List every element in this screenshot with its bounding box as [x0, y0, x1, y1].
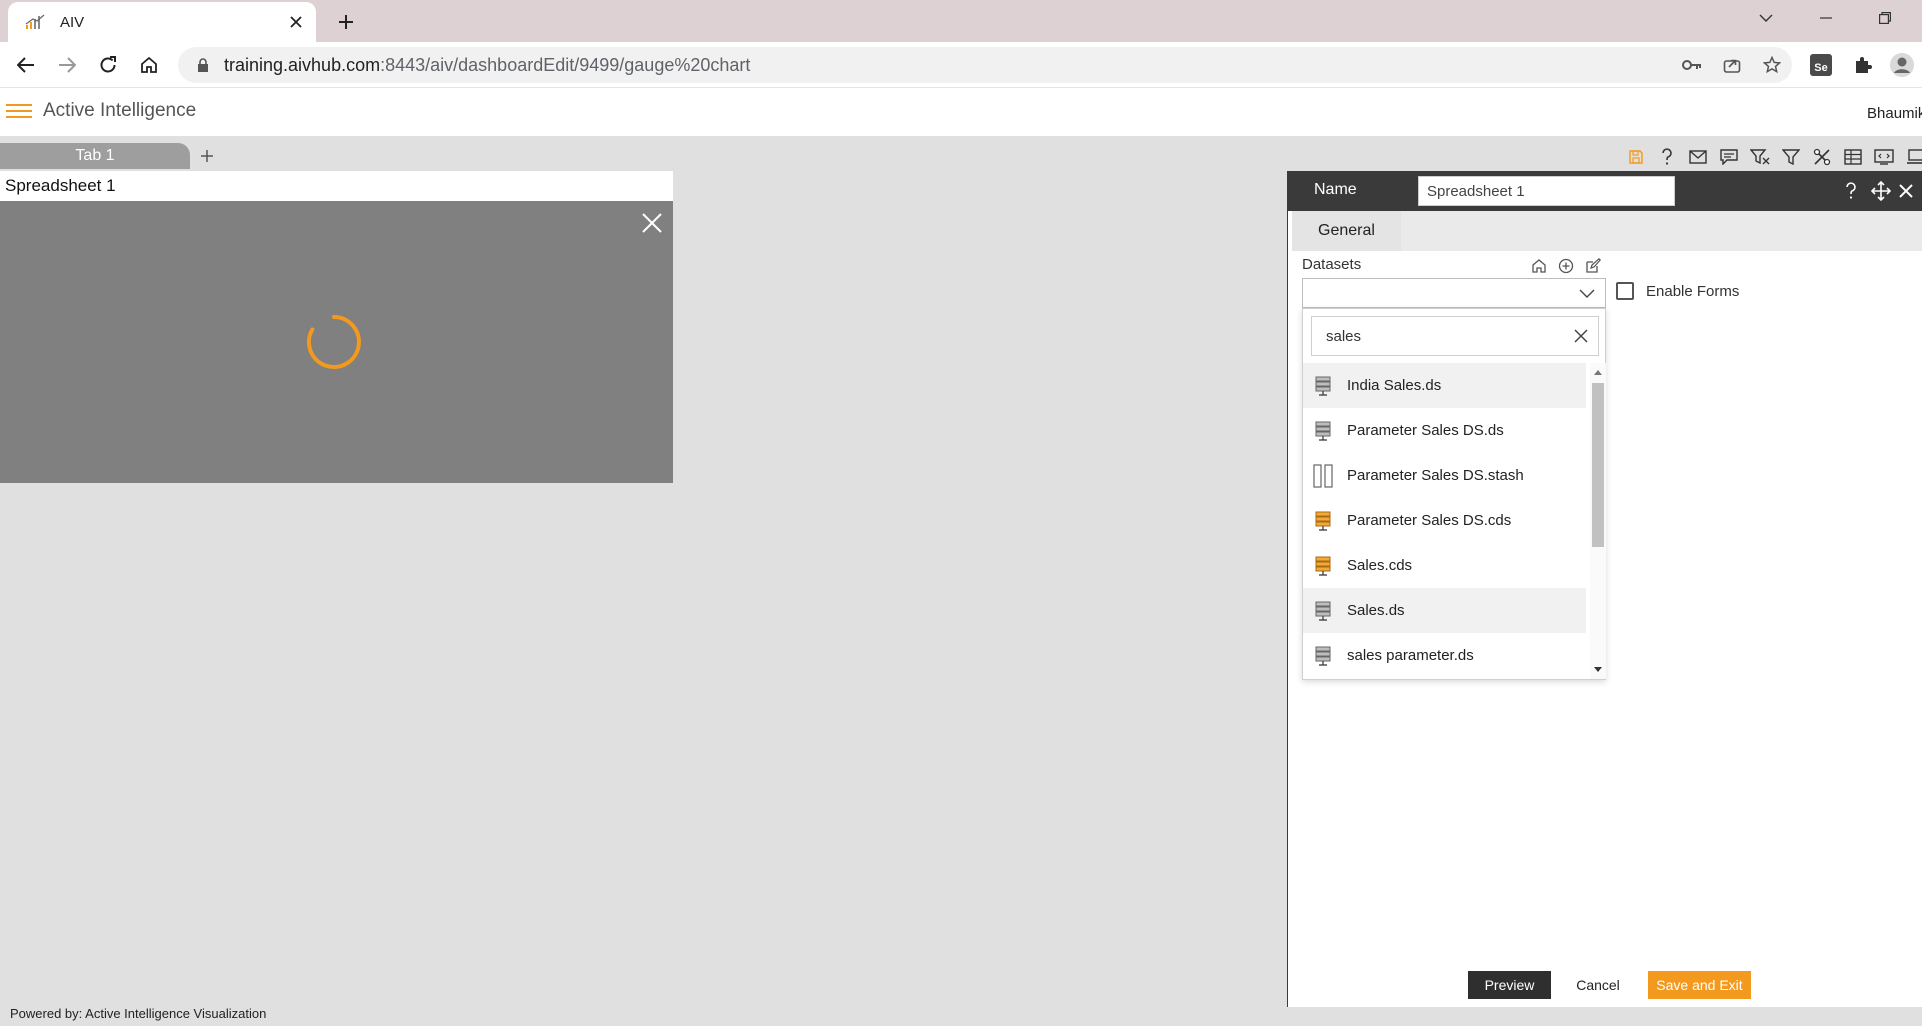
- dataset-search-input[interactable]: [1312, 318, 1564, 354]
- dataset-item-label: Parameter Sales DS.stash: [1347, 467, 1524, 484]
- panel-tabs: General: [1292, 211, 1922, 251]
- restore-icon[interactable]: [1856, 0, 1914, 36]
- dataset-item[interactable]: Parameter Sales DS.stash: [1303, 453, 1586, 498]
- database-icon: [1313, 375, 1333, 397]
- datasets-label: Datasets: [1302, 256, 1362, 273]
- lock-icon[interactable]: [194, 56, 212, 74]
- footer-powered-by: Powered by: Active Intelligence Visualiz…: [10, 1006, 267, 1021]
- dataset-item[interactable]: India Sales.ds: [1303, 363, 1586, 408]
- url-text[interactable]: training.aivhub.com:8443/aiv/dashboardEd…: [224, 55, 1672, 76]
- dataset-item-label: Parameter Sales DS.cds: [1347, 512, 1512, 529]
- dataset-item[interactable]: sales parameter.ds: [1303, 633, 1586, 678]
- key-icon[interactable]: [1672, 47, 1712, 83]
- dashboard-toolbar: [1620, 144, 1922, 170]
- add-tab-button[interactable]: [196, 145, 218, 167]
- embed-icon[interactable]: [1868, 144, 1899, 170]
- database-icon: [1313, 420, 1333, 442]
- loading-spinner-icon: [306, 315, 361, 369]
- scroll-down-arrow-icon[interactable]: [1593, 665, 1603, 675]
- url-host: training.aivhub.com: [224, 54, 381, 75]
- device-preview-icon[interactable]: [1899, 144, 1922, 170]
- save-and-exit-button[interactable]: Save and Exit: [1648, 971, 1751, 999]
- dashboard-tab-1[interactable]: Tab 1: [0, 143, 190, 169]
- help-icon[interactable]: [1839, 179, 1863, 203]
- dataset-list-scrollbar[interactable]: [1590, 363, 1606, 679]
- extensions-puzzle-icon[interactable]: [1847, 49, 1879, 81]
- datasets-select[interactable]: [1302, 278, 1606, 308]
- forward-arrow-icon[interactable]: [51, 49, 83, 81]
- address-bar[interactable]: training.aivhub.com:8443/aiv/dashboardEd…: [178, 47, 1792, 83]
- dataset-list: India Sales.ds Parameter Sales DS.ds Par…: [1303, 363, 1586, 679]
- browser-tab-title: AIV: [60, 13, 85, 31]
- app-title: Active Intelligence: [43, 100, 197, 121]
- clear-search-icon[interactable]: [1564, 319, 1598, 353]
- browser-tab[interactable]: AIV: [8, 2, 316, 42]
- dataset-search: [1311, 316, 1599, 356]
- new-tab-button[interactable]: [330, 6, 362, 38]
- clear-filter-icon[interactable]: [1744, 144, 1775, 170]
- dataset-item-label: Sales.ds: [1347, 602, 1405, 619]
- close-tab-icon[interactable]: [282, 8, 310, 36]
- cancel-button[interactable]: Cancel: [1561, 971, 1635, 999]
- database-icon: [1313, 645, 1333, 667]
- filter-icon[interactable]: [1775, 144, 1806, 170]
- hamburger-menu-icon[interactable]: [6, 100, 32, 124]
- checkbox-box[interactable]: [1616, 282, 1634, 300]
- chevron-down-icon: [1579, 289, 1595, 298]
- cached-database-icon: [1313, 510, 1333, 532]
- scroll-up-arrow-icon[interactable]: [1593, 367, 1603, 377]
- dataset-item-label: Sales.cds: [1347, 557, 1413, 574]
- properties-panel: Name General Datasets Enable Forms: [1287, 171, 1922, 1007]
- app-header: Active Intelligence Bhaumik: [0, 88, 1922, 136]
- close-icon[interactable]: [1894, 179, 1918, 203]
- dataset-item[interactable]: Sales.ds: [1303, 588, 1586, 633]
- comment-icon[interactable]: [1713, 144, 1744, 170]
- table-icon[interactable]: [1837, 144, 1868, 170]
- home-icon[interactable]: [133, 49, 165, 81]
- widget-title: Spreadsheet 1: [0, 171, 673, 201]
- database-icon: [1313, 600, 1333, 622]
- back-arrow-icon[interactable]: [10, 49, 42, 81]
- move-icon[interactable]: [1869, 179, 1893, 203]
- minimize-icon[interactable]: [1797, 0, 1855, 36]
- url-path: :8443/aiv/dashboardEdit/9499/gauge%20cha…: [380, 54, 751, 75]
- cached-database-icon: [1313, 555, 1333, 577]
- scrollbar-thumb[interactable]: [1592, 383, 1604, 547]
- close-icon[interactable]: [638, 209, 666, 237]
- name-label: Name: [1314, 181, 1357, 198]
- dataset-item[interactable]: Sales.cds: [1303, 543, 1586, 588]
- enable-forms-label: Enable Forms: [1646, 282, 1740, 300]
- tab-search-chevron-icon[interactable]: [1737, 0, 1795, 36]
- profile-avatar-icon[interactable]: [1886, 49, 1918, 81]
- share-icon[interactable]: [1712, 47, 1752, 83]
- add-circle-icon[interactable]: [1555, 255, 1577, 277]
- save-icon[interactable]: [1620, 144, 1651, 170]
- browser-toolbar: training.aivhub.com:8443/aiv/dashboardEd…: [0, 42, 1922, 88]
- panel-header: Name: [1288, 171, 1922, 211]
- dataset-item-label: India Sales.ds: [1347, 377, 1442, 394]
- preview-button[interactable]: Preview: [1468, 971, 1551, 999]
- reload-icon[interactable]: [92, 49, 124, 81]
- extension-label: Se: [1814, 62, 1828, 74]
- bookmark-star-icon[interactable]: [1752, 47, 1792, 83]
- stash-icon: [1313, 463, 1333, 488]
- dataset-item[interactable]: Parameter Sales DS.cds: [1303, 498, 1586, 543]
- help-icon[interactable]: [1651, 144, 1682, 170]
- browser-tabstrip: AIV: [0, 0, 1922, 42]
- aiv-favicon-icon: [24, 11, 46, 33]
- dataset-item[interactable]: Parameter Sales DS.ds: [1303, 408, 1586, 453]
- dashboard-tab-bar: Tab 1: [0, 141, 1922, 171]
- edit-icon[interactable]: [1582, 255, 1604, 277]
- user-name[interactable]: Bhaumik: [1867, 105, 1922, 122]
- email-icon[interactable]: [1682, 144, 1713, 170]
- selenium-extension-icon[interactable]: Se: [1805, 49, 1837, 81]
- tab-general[interactable]: General: [1292, 211, 1401, 251]
- enable-forms-checkbox[interactable]: Enable Forms: [1616, 282, 1739, 300]
- home-icon[interactable]: [1528, 255, 1550, 277]
- dataset-item-label: sales parameter.ds: [1347, 647, 1474, 664]
- datasets-dropdown: India Sales.ds Parameter Sales DS.ds Par…: [1302, 308, 1606, 680]
- name-input[interactable]: [1418, 176, 1675, 206]
- tools-icon[interactable]: [1806, 144, 1837, 170]
- dataset-item-label: Parameter Sales DS.ds: [1347, 422, 1504, 439]
